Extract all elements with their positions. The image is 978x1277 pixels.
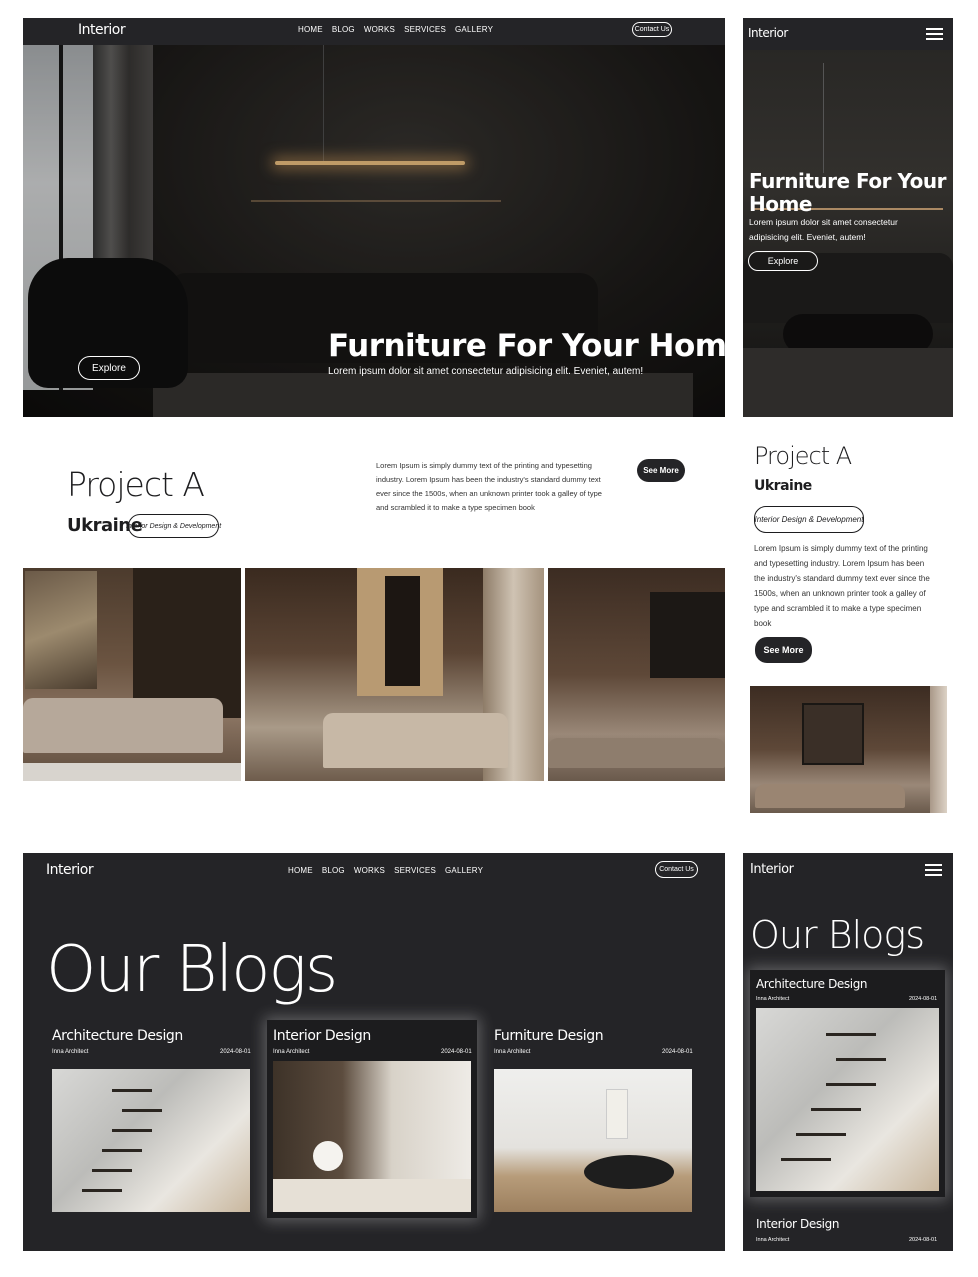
blog-card-2-title-mobile[interactable]: Interior Design (756, 1217, 839, 1231)
explore-button[interactable]: Explore (78, 356, 140, 380)
project-title: Project A (67, 465, 205, 504)
blog-card-1-image-mobile[interactable] (756, 1008, 939, 1191)
blog-card-2-title[interactable]: Interior Design (273, 1028, 371, 1044)
blog-card-3-author: Inna Architect (494, 1049, 531, 1055)
blog-card-1-author-mobile: Inna Architect (756, 996, 790, 1002)
stair-step (811, 1108, 861, 1111)
stair-step (796, 1133, 846, 1136)
round-table (584, 1155, 674, 1189)
nav-home[interactable]: HOME (288, 866, 313, 875)
nav-blog[interactable]: BLOG (332, 25, 355, 34)
stair-step (102, 1149, 142, 1152)
navbar-mobile: Interior (743, 18, 953, 50)
blog-card-1-author: Inna Architect (52, 1049, 89, 1055)
sofa (548, 738, 725, 768)
brand-logo[interactable]: Interior (78, 22, 126, 38)
shelf (133, 568, 241, 718)
project-description-mobile: Lorem Ipsum is simply dummy text of the … (754, 544, 930, 628)
blogs-section-desktop: Interior HOME BLOG WORKS SERVICES GALLER… (23, 853, 725, 1251)
hero-section-desktop: Interior HOME BLOG WORKS SERVICES GALLER… (23, 18, 725, 417)
nav-services[interactable]: SERVICES (404, 25, 446, 34)
explore-button-mobile[interactable]: Explore (748, 251, 818, 271)
contact-us-button-blogs[interactable]: Contact Us (655, 861, 698, 878)
wall-art (802, 703, 864, 765)
blog-card-2-author: Inna Architect (273, 1049, 310, 1055)
see-more-button-mobile[interactable]: See More (755, 637, 812, 663)
project-country-mobile: Ukraine (754, 478, 812, 494)
project-title-mobile: Project A (754, 442, 852, 470)
wall-art (25, 571, 97, 689)
hamburger-menu-icon[interactable] (926, 28, 943, 40)
wall-art (650, 592, 725, 678)
contact-us-button[interactable]: Contact Us (632, 22, 672, 37)
project-tag: Interior Design & Development (126, 514, 221, 538)
hero-title-mobile: Furniture For Your Home (749, 169, 946, 216)
navbar: Interior HOME BLOG WORKS SERVICES GALLER… (23, 18, 725, 45)
table-surface (273, 1179, 471, 1212)
nav-works[interactable]: WORKS (354, 866, 385, 875)
hero-subtitle-mobile-line1: Lorem ipsum dolor sit amet consectetur (749, 217, 898, 227)
hero-rug-mobile (743, 348, 953, 417)
stair-step (122, 1109, 162, 1112)
blogs-heading: Our Blogs (46, 933, 338, 1007)
hero-subtitle: Lorem ipsum dolor sit amet consectetur a… (328, 366, 644, 377)
blog-card-3-title[interactable]: Furniture Design (494, 1028, 604, 1044)
books (606, 1089, 628, 1139)
blog-card-1-image[interactable] (52, 1069, 250, 1212)
stair-step (826, 1033, 876, 1036)
nav-gallery[interactable]: GALLERY (455, 25, 493, 34)
project-description: Lorem Ipsum is simply dummy text of the … (376, 461, 602, 512)
sofa (23, 698, 223, 753)
stair-step (92, 1169, 132, 1172)
wall-art-dark (385, 576, 420, 686)
hero-lamp-cord-mobile (823, 63, 824, 173)
blog-card-1-date: 2024-08-01 (220, 1049, 251, 1055)
project-photo-1 (23, 568, 241, 781)
blog-card-1-title[interactable]: Architecture Design (52, 1028, 183, 1044)
stair-step (112, 1089, 152, 1092)
nav-links: HOME BLOG WORKS SERVICES GALLERY (298, 25, 493, 34)
stair-step (781, 1158, 831, 1161)
brand-logo-blogs-mobile[interactable]: Interior (750, 862, 794, 877)
blogs-heading-mobile: Our Blogs (750, 913, 925, 957)
brand-logo-blogs[interactable]: Interior (46, 862, 94, 878)
stair-step (836, 1058, 886, 1061)
blog-card-1-date-mobile: 2024-08-01 (909, 996, 938, 1002)
hero-title: Furniture For Your Home (328, 328, 725, 364)
nav-services[interactable]: SERVICES (394, 866, 436, 875)
nav-links-blogs: HOME BLOG WORKS SERVICES GALLERY (288, 866, 483, 875)
hero-subtitle-mobile-line2: adipisicing elit. Eveniet, autem! (749, 232, 866, 242)
hero-section-mobile: Interior Furniture For Your Home Lorem i… (743, 18, 953, 417)
blogs-section-mobile: Interior Our Blogs Architecture Design I… (743, 853, 953, 1251)
project-tag-mobile: Interior Design & Development (754, 506, 864, 533)
blog-card-3-date: 2024-08-01 (662, 1049, 693, 1055)
project-photo-2 (245, 568, 544, 781)
blog-card-2-image[interactable] (273, 1061, 471, 1212)
sofa (323, 713, 508, 768)
floor (23, 763, 241, 781)
blog-card-2-author-mobile: Inna Architect (756, 1237, 790, 1243)
nav-works[interactable]: WORKS (364, 25, 395, 34)
globe-lamp (313, 1141, 343, 1171)
see-more-button[interactable]: See More (637, 459, 685, 482)
stair-step (826, 1083, 876, 1086)
nav-home[interactable]: HOME (298, 25, 323, 34)
nav-blog[interactable]: BLOG (322, 866, 345, 875)
blog-card-2-date: 2024-08-01 (441, 1049, 472, 1055)
stair-step (82, 1189, 122, 1192)
blog-card-1-title-mobile[interactable]: Architecture Design (756, 977, 868, 991)
stair-step (112, 1129, 152, 1132)
sofa (755, 784, 905, 808)
project-photo-3 (548, 568, 725, 781)
curtain (930, 686, 947, 813)
nav-gallery[interactable]: GALLERY (445, 866, 483, 875)
blog-card-3-image[interactable] (494, 1069, 692, 1212)
brand-logo-mobile[interactable]: Interior (748, 26, 788, 40)
project-photo-mobile (750, 686, 947, 813)
hamburger-menu-icon[interactable] (925, 864, 942, 876)
blog-card-2-date-mobile: 2024-08-01 (909, 1237, 938, 1243)
